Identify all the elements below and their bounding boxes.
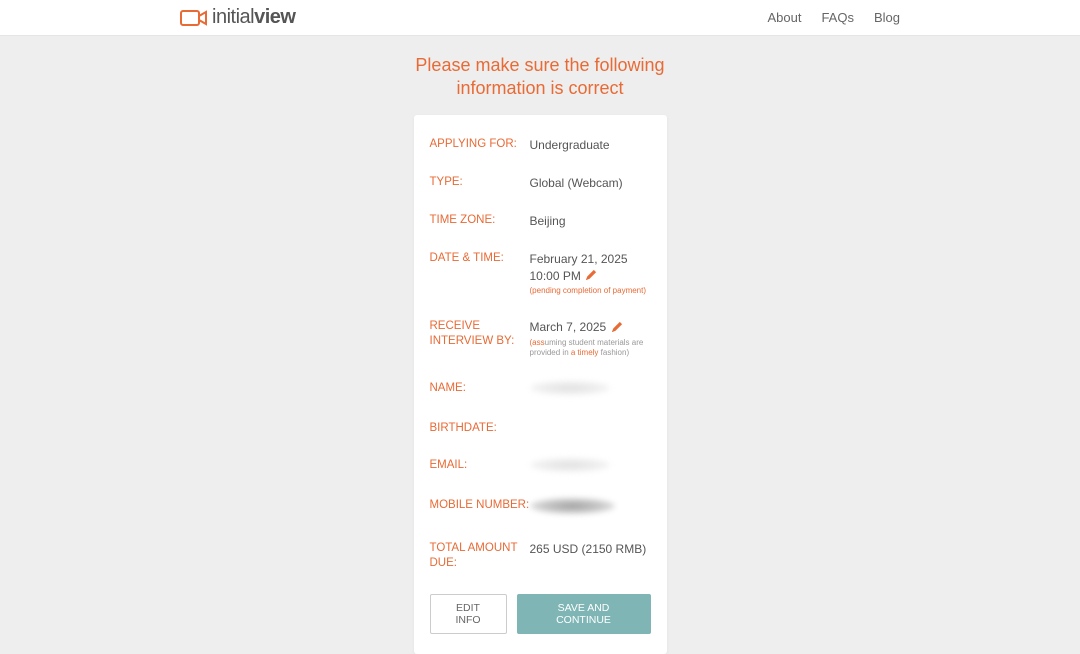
label-type: TYPE: xyxy=(430,175,530,191)
label-total: TOTAL AMOUNT DUE: xyxy=(430,541,530,572)
value-total: 265 USD (2150 RMB) xyxy=(530,541,651,572)
row-type: TYPE: Global (Webcam) xyxy=(430,175,651,191)
save-continue-button[interactable]: SAVE AND CONTINUE xyxy=(517,594,651,634)
page-title: Please make sure the followinginformatio… xyxy=(0,36,1080,115)
row-total: TOTAL AMOUNT DUE: 265 USD (2150 RMB) xyxy=(430,541,651,572)
edit-datetime-icon[interactable] xyxy=(586,268,596,284)
actions: EDIT INFO SAVE AND CONTINUE xyxy=(430,594,651,634)
label-mobile: MOBILE NUMBER: xyxy=(430,498,530,518)
redacted-email xyxy=(530,458,610,472)
note-datetime: (pending completion of payment) xyxy=(530,286,651,296)
label-timezone: TIME ZONE: xyxy=(430,213,530,229)
row-birthdate: BIRTHDATE: xyxy=(430,421,651,437)
label-name: NAME: xyxy=(430,381,530,399)
edit-receive-by-icon[interactable] xyxy=(612,320,622,336)
label-birthdate: BIRTHDATE: xyxy=(430,421,530,437)
header: initialview About FAQs Blog xyxy=(0,0,1080,36)
label-datetime: DATE & TIME: xyxy=(430,251,530,297)
camera-icon xyxy=(180,8,208,28)
note-receive-by: (assuming student materials are provided… xyxy=(530,338,651,359)
row-receive-by: RECEIVE INTERVIEW BY: March 7, 2025 (ass… xyxy=(430,319,651,359)
row-timezone: TIME ZONE: Beijing xyxy=(430,213,651,229)
label-email: EMAIL: xyxy=(430,458,530,476)
value-name xyxy=(530,381,651,399)
nav-about[interactable]: About xyxy=(767,10,801,25)
row-datetime: DATE & TIME: February 21, 2025 10:00 PM … xyxy=(430,251,651,297)
redacted-name xyxy=(530,381,610,395)
row-email: EMAIL: xyxy=(430,458,651,476)
nav-blog[interactable]: Blog xyxy=(874,10,900,25)
nav: About FAQs Blog xyxy=(767,10,900,25)
nav-faqs[interactable]: FAQs xyxy=(821,10,854,25)
redacted-mobile xyxy=(530,498,615,514)
label-applying-for: APPLYING FOR: xyxy=(430,137,530,153)
value-type: Global (Webcam) xyxy=(530,175,651,191)
logo[interactable]: initialview xyxy=(180,6,295,29)
row-name: NAME: xyxy=(430,381,651,399)
label-receive-by: RECEIVE INTERVIEW BY: xyxy=(430,319,530,359)
value-mobile xyxy=(530,498,651,518)
edit-info-button[interactable]: EDIT INFO xyxy=(430,594,507,634)
logo-text: initialview xyxy=(212,6,295,29)
value-birthdate xyxy=(530,421,651,437)
row-applying-for: APPLYING FOR: Undergraduate xyxy=(430,137,651,153)
value-timezone: Beijing xyxy=(530,213,651,229)
value-receive-by: March 7, 2025 (assuming student material… xyxy=(530,319,651,359)
row-mobile: MOBILE NUMBER: xyxy=(430,498,651,518)
value-applying-for: Undergraduate xyxy=(530,137,651,153)
value-email xyxy=(530,458,651,476)
value-datetime: February 21, 2025 10:00 PM (pending comp… xyxy=(530,251,651,297)
